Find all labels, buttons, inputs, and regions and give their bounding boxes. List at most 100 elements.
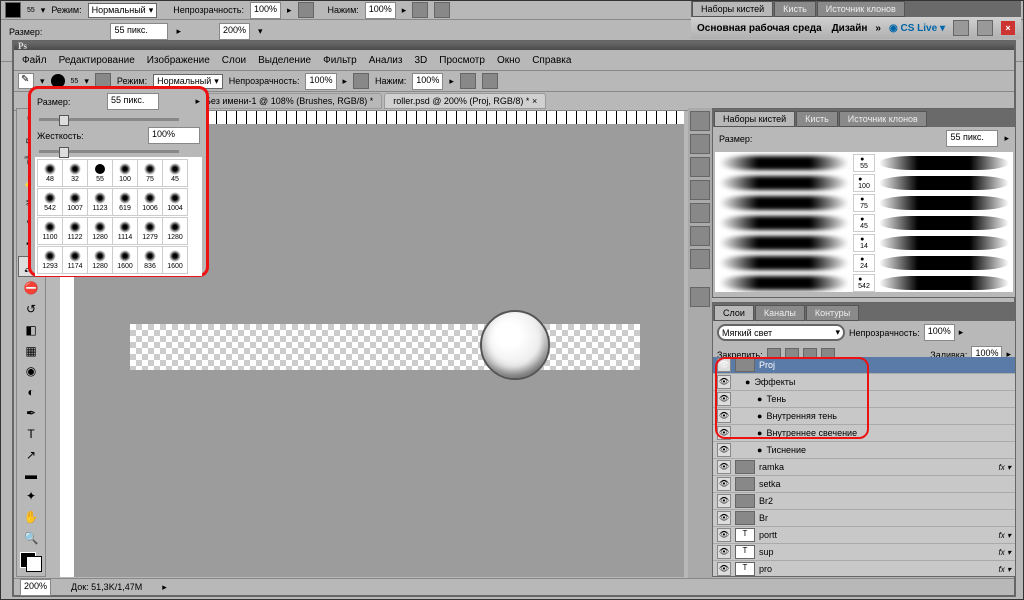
layer-row[interactable]: 👁setka — [713, 476, 1015, 493]
brush-stroke-list[interactable]: ●55 ●100 ●75 ●45 ●14 ●24 ●542 — [715, 152, 1013, 292]
brush-stroke-row[interactable]: ●100 — [719, 174, 1009, 192]
airbrush-icon[interactable] — [460, 73, 476, 89]
menu-analysis[interactable]: Анализ — [369, 55, 403, 66]
shape-tool-icon[interactable]: ▬ — [19, 466, 43, 485]
inner-tab-2[interactable]: roller.psd @ 200% (Proj, RGB/8) * × — [384, 93, 546, 109]
hand-tool-icon[interactable]: ✋ — [19, 508, 43, 527]
brush-stroke-row[interactable]: ●55 — [719, 154, 1009, 172]
path-tool-icon[interactable]: ↗ — [19, 445, 43, 464]
brush-preset[interactable]: 100 — [112, 159, 138, 187]
menu-image[interactable]: Изображение — [147, 55, 210, 66]
airbrush-icon[interactable] — [412, 2, 428, 18]
visibility-toggle[interactable]: 👁 — [717, 375, 731, 389]
menu-icon[interactable]: ▸ — [1004, 133, 1009, 144]
visibility-toggle[interactable]: 👁 — [717, 545, 731, 559]
layer-row[interactable]: 👁●Внутреннее свечение — [713, 425, 1015, 442]
flyout-arrow-icon[interactable]: ▸ — [195, 96, 200, 107]
brush-preset[interactable]: 1122 — [62, 217, 88, 245]
layer-row[interactable]: 👁●Внутренняя тень — [713, 408, 1015, 425]
channels-tab[interactable]: Каналы — [755, 305, 805, 321]
type-tool-icon[interactable]: T — [19, 424, 43, 443]
pen-tool-icon[interactable]: ✒ — [19, 404, 43, 423]
visibility-toggle[interactable]: 👁 — [717, 477, 731, 491]
brush-preset[interactable]: 45 — [162, 159, 188, 187]
outer-brush-tab[interactable]: Кисть — [774, 1, 816, 17]
layer-opacity-field[interactable]: 100% — [924, 324, 955, 341]
brush-preset[interactable]: 1280 — [87, 246, 113, 274]
brush-preset[interactable]: 1280 — [87, 217, 113, 245]
brush-preset[interactable]: 1600 — [162, 246, 188, 274]
outer-brushsets-tab[interactable]: Наборы кистей — [692, 1, 773, 17]
layer-row[interactable]: 👁●Тень — [713, 391, 1015, 408]
outer-zoom-field[interactable]: 200% — [219, 23, 250, 40]
hardness-field[interactable]: 100% — [148, 127, 200, 144]
visibility-toggle[interactable]: 👁 — [717, 562, 731, 576]
panel-icon[interactable] — [690, 203, 710, 223]
tablet-opacity-icon[interactable] — [298, 2, 314, 18]
brush-preset[interactable]: 75 — [137, 159, 163, 187]
brush-preset[interactable]: 32 — [62, 159, 88, 187]
visibility-toggle[interactable]: 👁 — [717, 460, 731, 474]
panel-icon[interactable] — [690, 180, 710, 200]
visibility-toggle[interactable]: 👁 — [717, 494, 731, 508]
brush-preset[interactable]: 1174 — [62, 246, 88, 274]
layer-row[interactable]: 👁●Эффекты — [713, 374, 1015, 391]
brush-size-field[interactable]: 55 пикс. — [107, 93, 159, 110]
layers-tab[interactable]: Слои — [714, 305, 754, 321]
tablet-opacity-icon[interactable] — [353, 73, 369, 89]
menu-select[interactable]: Выделение — [258, 55, 311, 66]
brush-preset[interactable]: 1114 — [112, 217, 138, 245]
inner-opacity-field[interactable]: 100% — [305, 73, 336, 90]
brush-stroke-row[interactable]: ●75 — [719, 194, 1009, 212]
menu-filter[interactable]: Фильтр — [323, 55, 357, 66]
opacity-field[interactable]: 100% — [250, 2, 281, 19]
brush-preset[interactable]: 1123 — [87, 188, 113, 216]
panel-icon[interactable] — [690, 226, 710, 246]
inner-tab-1[interactable]: Без имени-1 @ 108% (Brushes, RGB/8) * — [196, 93, 382, 109]
brush-preset[interactable]: 55 — [87, 159, 113, 187]
menu-3d[interactable]: 3D — [414, 55, 427, 66]
brush-preset[interactable]: 1006 — [137, 188, 163, 216]
brush-stroke-row[interactable]: ●24 — [719, 254, 1009, 272]
menu-window[interactable]: Окно — [497, 55, 520, 66]
blend-mode-dropdown[interactable]: Нормальный ▾ — [88, 3, 158, 18]
menu-view[interactable]: Просмотр — [439, 55, 485, 66]
layer-row[interactable]: 👁●Тиснение — [713, 442, 1015, 459]
brush-stroke-row[interactable]: ●45 — [719, 214, 1009, 232]
paths-tab[interactable]: Контуры — [806, 305, 859, 321]
brush-stroke-row[interactable]: ●14 — [719, 234, 1009, 252]
layer-list[interactable]: 👁Proj👁●Эффекты👁●Тень👁●Внутренняя тень👁●В… — [713, 357, 1015, 576]
panel-icon[interactable] — [690, 157, 710, 177]
brush-preset[interactable]: 1293 — [37, 246, 63, 274]
brush-preset[interactable]: 48 — [37, 159, 63, 187]
brush-preset[interactable]: 1600 — [112, 246, 138, 274]
minimize-icon[interactable] — [953, 20, 969, 36]
brush-preset-grid[interactable]: 4832551007545542100711236191006100411001… — [35, 157, 202, 276]
blur-tool-icon[interactable]: ◉ — [19, 362, 43, 381]
brush-preview-icon[interactable] — [5, 2, 21, 18]
brush-preset[interactable]: 1279 — [137, 217, 163, 245]
hardness-slider[interactable] — [39, 150, 179, 153]
inner-flow-field[interactable]: 100% — [412, 73, 443, 90]
eraser-tool-icon[interactable]: ◧ — [19, 320, 43, 339]
layer-row[interactable]: 👁Tsupfx ▾ — [713, 544, 1015, 561]
brush-stroke-row[interactable]: ●542 — [719, 274, 1009, 292]
outer-size-field[interactable]: 55 пикс. — [110, 23, 168, 40]
layer-row[interactable]: 👁Br — [713, 510, 1015, 527]
outer-clone-tab[interactable]: Источник клонов — [817, 1, 905, 17]
dodge-tool-icon[interactable]: ◐ — [19, 383, 43, 402]
history-brush-tool-icon[interactable]: ↺ — [19, 299, 43, 318]
layer-row[interactable]: 👁ramkafx ▾ — [713, 459, 1015, 476]
brush-preset[interactable]: 1007 — [62, 188, 88, 216]
visibility-toggle[interactable]: 👁 — [717, 426, 731, 440]
layer-row[interactable]: 👁Tporttfx ▾ — [713, 527, 1015, 544]
zoom-tool-icon[interactable]: 🔍 — [19, 529, 43, 548]
visibility-toggle[interactable]: 👁 — [717, 358, 731, 372]
layer-row[interactable]: 👁Proj — [713, 357, 1015, 374]
visibility-toggle[interactable]: 👁 — [717, 511, 731, 525]
visibility-toggle[interactable]: 👁 — [717, 443, 731, 457]
stamp-tool-icon[interactable]: ⛔ — [19, 279, 43, 298]
panel-icon[interactable] — [690, 111, 710, 131]
3d-tool-icon[interactable]: ✦ — [19, 487, 43, 506]
tablet-size-icon[interactable] — [434, 2, 450, 18]
